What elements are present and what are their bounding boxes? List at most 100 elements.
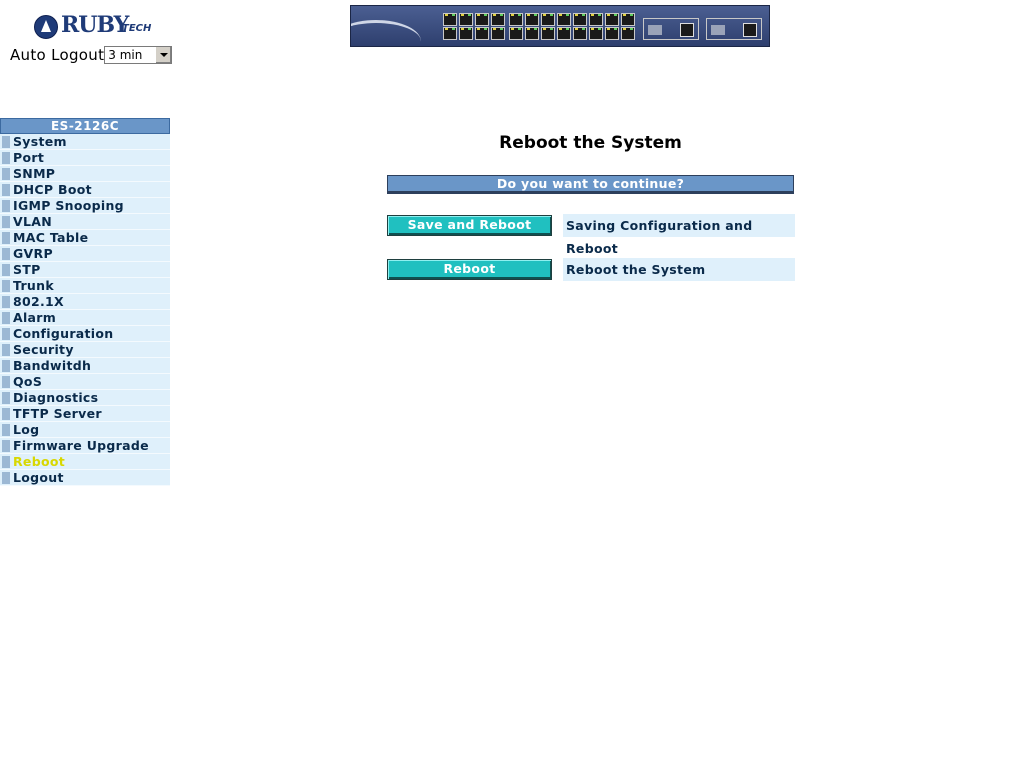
sidebar-item-label: GVRP [13,246,53,261]
sidebar-item-bandwitdh[interactable]: Bandwitdh [0,358,170,374]
sidebar-item-label: Security [13,342,74,357]
save-and-reboot-description: Saving Configuration and Reboot [563,214,795,256]
sidebar-item-qos[interactable]: QoS [0,374,170,390]
sidebar-item-vlan[interactable]: VLAN [0,214,170,230]
sidebar-item-snmp[interactable]: SNMP [0,166,170,182]
save-and-reboot-button[interactable]: Save and Reboot [387,215,552,236]
gigabit-port-2-icon [706,18,762,40]
logo-emblem-icon [34,15,58,39]
menu-bullet-icon [2,200,10,212]
sidebar-item-label: Firmware Upgrade [13,438,149,453]
auto-logout-select[interactable]: 3 min [104,46,173,64]
port-icon [525,27,539,40]
menu-bullet-icon [2,456,10,468]
sidebar-item-label: Trunk [13,278,54,293]
port-icon [459,27,473,40]
sidebar-item-system[interactable]: System [0,134,170,150]
sidebar-item-label: MAC Table [13,230,89,245]
port-icon [573,13,587,26]
port-icon [557,13,571,26]
sidebar-item-logout[interactable]: Logout [0,470,170,486]
port-icon [443,13,457,26]
sidebar-item-security[interactable]: Security [0,342,170,358]
port-icon [491,27,505,40]
sidebar-item-label: STP [13,262,41,277]
sidebar-item-label: Logout [13,470,64,485]
menu-bullet-icon [2,312,10,324]
sfp-slot-icon [711,25,725,35]
sidebar-item-label: Reboot [13,454,66,469]
menu-bullet-icon [2,392,10,404]
port-icon [541,27,555,40]
reboot-button[interactable]: Reboot [387,259,552,280]
menu-bullet-icon [2,216,10,228]
sidebar-item-label: VLAN [13,214,52,229]
port-icon [509,27,523,40]
rubytech-logo: RUBY TECH [34,12,151,40]
sidebar-item-label: Bandwitdh [13,358,92,373]
sidebar-item-configuration[interactable]: Configuration [0,326,170,342]
sidebar-item-label: System [13,134,67,149]
rj45-port-icon [680,23,694,37]
port-icon [621,13,635,26]
sidebar-item-label: QoS [13,374,43,389]
sidebar-item-list: System Port SNMP DHCP Boot IGMP Snooping VLAN… [0,134,170,486]
port-icon [491,13,505,26]
gigabit-port-1-icon [643,18,699,40]
sidebar-item-igmp-snooping[interactable]: IGMP Snooping [0,198,170,214]
dropdown-arrow-icon[interactable] [155,47,172,63]
sidebar-item-label: Port [13,150,45,165]
sidebar-item-gvrp[interactable]: GVRP [0,246,170,262]
port-icon [589,27,603,40]
sidebar-item-log[interactable]: Log [0,422,170,438]
menu-bullet-icon [2,264,10,276]
sidebar-item-stp[interactable]: STP [0,262,170,278]
menu-bullet-icon [2,376,10,388]
port-icon [573,27,587,40]
port-icon [541,13,555,26]
menu-bullet-icon [2,424,10,436]
port-group-1 [443,13,505,41]
sfp-slot-icon [648,25,662,35]
port-icon [443,27,457,40]
logo-text: RUBY [61,12,129,38]
rj45-port-icon [743,23,757,37]
sidebar-item-tftp-server[interactable]: TFTP Server [0,406,170,422]
sidebar-item-802-1x[interactable]: 802.1X [0,294,170,310]
auto-logout-value: 3 min [108,48,143,62]
sidebar-item-label: DHCP Boot [13,182,92,197]
sidebar-item-label: IGMP Snooping [13,198,124,213]
menu-bullet-icon [2,152,10,164]
sidebar-item-firmware-upgrade[interactable]: Firmware Upgrade [0,438,170,454]
sidebar-menu: ES-2126C System Port SNMP DHCP Boot IGMP Sno… [0,118,170,486]
menu-bullet-icon [2,184,10,196]
sidebar-item-diagnostics[interactable]: Diagnostics [0,390,170,406]
port-icon [589,13,603,26]
sidebar-item-dhcp-boot[interactable]: DHCP Boot [0,182,170,198]
port-icon [459,13,473,26]
sidebar-item-trunk[interactable]: Trunk [0,278,170,294]
menu-bullet-icon [2,280,10,292]
sidebar-item-reboot[interactable]: Reboot [0,454,170,470]
panel-swoosh-graphic [351,20,421,46]
sidebar-device-title: ES-2126C [0,118,170,134]
sidebar-item-alarm[interactable]: Alarm [0,310,170,326]
sidebar-item-label: Alarm [13,310,57,325]
confirm-prompt: Do you want to continue? [387,175,794,194]
port-icon [557,27,571,40]
menu-bullet-icon [2,136,10,148]
port-group-3 [573,13,635,41]
auto-logout-label: Auto Logout [10,46,105,64]
port-icon [621,27,635,40]
sidebar-item-port[interactable]: Port [0,150,170,166]
menu-bullet-icon [2,440,10,452]
menu-bullet-icon [2,296,10,308]
port-icon [605,13,619,26]
sidebar-item-label: 802.1X [13,294,64,309]
port-group-2 [509,13,571,41]
switch-front-panel-image [350,5,770,47]
page-title: Reboot the System [499,133,682,153]
port-icon [475,13,489,26]
sidebar-item-mac-table[interactable]: MAC Table [0,230,170,246]
menu-bullet-icon [2,328,10,340]
